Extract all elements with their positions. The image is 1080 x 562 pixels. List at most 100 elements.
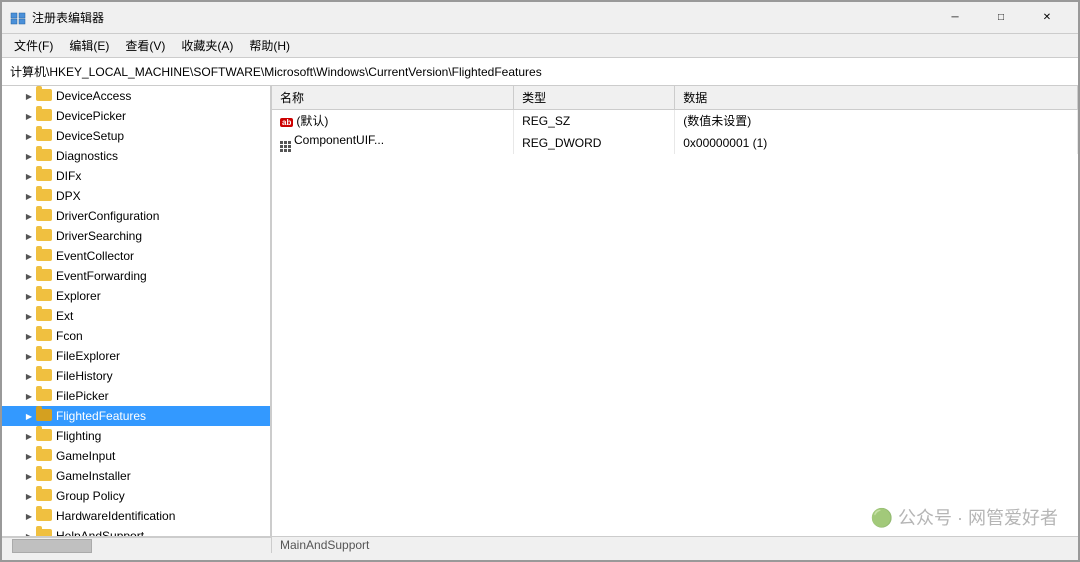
tree-item-GroupPolicy[interactable]: ▶ Group Policy — [2, 486, 270, 506]
tree-item-Fcon[interactable]: ▶ Fcon — [2, 326, 270, 346]
menu-item-file[interactable]: 文件(F) — [6, 35, 61, 56]
tree-item-HardwareIdentification[interactable]: ▶ HardwareIdentification — [2, 506, 270, 526]
expand-arrow-icon[interactable]: ▶ — [22, 89, 36, 103]
menu-item-favorites[interactable]: 收藏夹(A) — [173, 35, 241, 56]
folder-icon — [36, 169, 52, 183]
tree-item-DevicePicker[interactable]: ▶ DevicePicker — [2, 106, 270, 126]
expand-arrow-icon[interactable]: ▶ — [22, 309, 36, 323]
expand-arrow-icon[interactable]: ▶ — [22, 209, 36, 223]
folder-icon — [36, 409, 52, 423]
tree-item-Explorer[interactable]: ▶Explorer — [2, 286, 270, 306]
expand-arrow-icon[interactable]: ▶ — [22, 529, 36, 536]
tree-item-label: DriverConfiguration — [56, 209, 159, 223]
window-title: 注册表编辑器 — [32, 9, 932, 26]
address-text: 计算机\HKEY_LOCAL_MACHINE\SOFTWARE\Microsof… — [10, 63, 542, 80]
expand-arrow-icon[interactable]: ▶ — [22, 149, 36, 163]
folder-icon — [36, 209, 52, 223]
registry-table: 名称 类型 数据 ab(默认)REG_SZ(数值未设置)ComponentUIF… — [272, 86, 1078, 154]
folder-icon — [36, 129, 52, 143]
col-data: 数据 — [675, 86, 1078, 110]
col-type: 类型 — [514, 86, 675, 110]
menu-item-view[interactable]: 查看(V) — [117, 35, 173, 56]
horizontal-scrollbar[interactable] — [2, 537, 272, 553]
close-button[interactable]: ✕ — [1024, 2, 1070, 34]
expand-arrow-icon[interactable]: ▶ — [22, 469, 36, 483]
expand-arrow-icon[interactable]: ▶ — [22, 229, 36, 243]
tree-item-DriverSearching[interactable]: ▶ DriverSearching — [2, 226, 270, 246]
expand-arrow-icon[interactable]: ▶ — [22, 369, 36, 383]
expand-arrow-icon[interactable]: ▶ — [22, 129, 36, 143]
expand-arrow-icon[interactable]: ▶ — [22, 349, 36, 363]
tree-item-label: GameInput — [56, 449, 115, 463]
tree-item-label: Group Policy — [56, 489, 125, 503]
tree-item-DPX[interactable]: ▶DPX — [2, 186, 270, 206]
tree-item-label: HardwareIdentification — [56, 509, 175, 523]
tree-item-label: Flighting — [56, 429, 101, 443]
expand-arrow-icon[interactable]: ▶ — [22, 329, 36, 343]
expand-arrow-icon[interactable]: ▶ — [22, 169, 36, 183]
tree-item-Diagnostics[interactable]: ▶Diagnostics — [2, 146, 270, 166]
minimize-button[interactable]: ─ — [932, 2, 978, 34]
detail-panel[interactable]: 名称 类型 数据 ab(默认)REG_SZ(数值未设置)ComponentUIF… — [272, 86, 1078, 536]
menu-item-edit[interactable]: 编辑(E) — [61, 35, 117, 56]
expand-arrow-icon[interactable]: ▶ — [22, 489, 36, 503]
tree-item-Flighting[interactable]: ▶ Flighting — [2, 426, 270, 446]
reg-name-cell: ComponentUIF... — [272, 131, 514, 154]
expand-arrow-icon[interactable]: ▶ — [22, 269, 36, 283]
tree-item-label: FileHistory — [56, 369, 113, 383]
expand-arrow-icon[interactable]: ▶ — [22, 389, 36, 403]
tree-item-label: Fcon — [56, 329, 83, 343]
app-icon — [10, 10, 26, 26]
status-text: MainAndSupport — [280, 538, 369, 552]
reg-name-text: ComponentUIF... — [294, 133, 384, 147]
main-content: ▶DeviceAccess▶DevicePicker▶DeviceSetup▶D… — [2, 86, 1078, 536]
reg-data-cell: (数值未设置) — [675, 110, 1078, 132]
expand-arrow-icon[interactable]: ▶ — [22, 429, 36, 443]
tree-item-GameInstaller[interactable]: ▶GameInstaller — [2, 466, 270, 486]
tree-item-DriverConfiguration[interactable]: ▶ DriverConfiguration — [2, 206, 270, 226]
reg-type-cell: REG_DWORD — [514, 131, 675, 154]
folder-icon — [36, 369, 52, 383]
expand-arrow-icon[interactable]: ▶ — [22, 409, 36, 423]
tree-item-HelpAndSupport[interactable]: ▶HelpAndSupport — [2, 526, 270, 536]
tree-item-GameInput[interactable]: ▶ GameInput — [2, 446, 270, 466]
folder-icon — [36, 489, 52, 503]
tree-item-label: DevicePicker — [56, 109, 126, 123]
maximize-button[interactable]: □ — [978, 2, 1024, 34]
tree-panel[interactable]: ▶DeviceAccess▶DevicePicker▶DeviceSetup▶D… — [2, 86, 272, 536]
table-row[interactable]: ComponentUIF...REG_DWORD0x00000001 (1) — [272, 131, 1078, 154]
scrollbar-thumb[interactable] — [12, 539, 92, 553]
folder-icon — [36, 89, 52, 103]
tree-item-Ext[interactable]: ▶Ext — [2, 306, 270, 326]
folder-icon — [36, 109, 52, 123]
table-row[interactable]: ab(默认)REG_SZ(数值未设置) — [272, 110, 1078, 132]
reg-name-text: (默认) — [296, 114, 328, 128]
tree-item-FileHistory[interactable]: ▶ FileHistory — [2, 366, 270, 386]
menu-bar: 文件(F)编辑(E)查看(V)收藏夹(A)帮助(H) — [2, 34, 1078, 58]
folder-icon — [36, 469, 52, 483]
tree-item-EventForwarding[interactable]: ▶ EventForwarding — [2, 266, 270, 286]
folder-icon — [36, 149, 52, 163]
expand-arrow-icon[interactable]: ▶ — [22, 109, 36, 123]
expand-arrow-icon[interactable]: ▶ — [22, 249, 36, 263]
tree-item-label: EventForwarding — [56, 269, 147, 283]
reg-type-cell: REG_SZ — [514, 110, 675, 132]
expand-arrow-icon[interactable]: ▶ — [22, 449, 36, 463]
tree-item-DeviceSetup[interactable]: ▶DeviceSetup — [2, 126, 270, 146]
tree-item-FilePicker[interactable]: ▶ FilePicker — [2, 386, 270, 406]
tree-item-FileExplorer[interactable]: ▶FileExplorer — [2, 346, 270, 366]
expand-arrow-icon[interactable]: ▶ — [22, 289, 36, 303]
tree-item-DIFx[interactable]: ▶DIFx — [2, 166, 270, 186]
tree-item-label: FilePicker — [56, 389, 109, 403]
expand-arrow-icon[interactable]: ▶ — [22, 189, 36, 203]
reg-name-cell: ab(默认) — [272, 110, 514, 132]
tree-item-DeviceAccess[interactable]: ▶DeviceAccess — [2, 86, 270, 106]
app-window: 注册表编辑器 ─ □ ✕ 文件(F)编辑(E)查看(V)收藏夹(A)帮助(H) … — [0, 0, 1080, 562]
tree-item-label: DriverSearching — [56, 229, 142, 243]
folder-icon — [36, 509, 52, 523]
menu-item-help[interactable]: 帮助(H) — [241, 35, 298, 56]
expand-arrow-icon[interactable]: ▶ — [22, 509, 36, 523]
tree-item-EventCollector[interactable]: ▶EventCollector — [2, 246, 270, 266]
folder-icon — [36, 249, 52, 263]
tree-item-FlightedFeatures[interactable]: ▶FlightedFeatures — [2, 406, 270, 426]
